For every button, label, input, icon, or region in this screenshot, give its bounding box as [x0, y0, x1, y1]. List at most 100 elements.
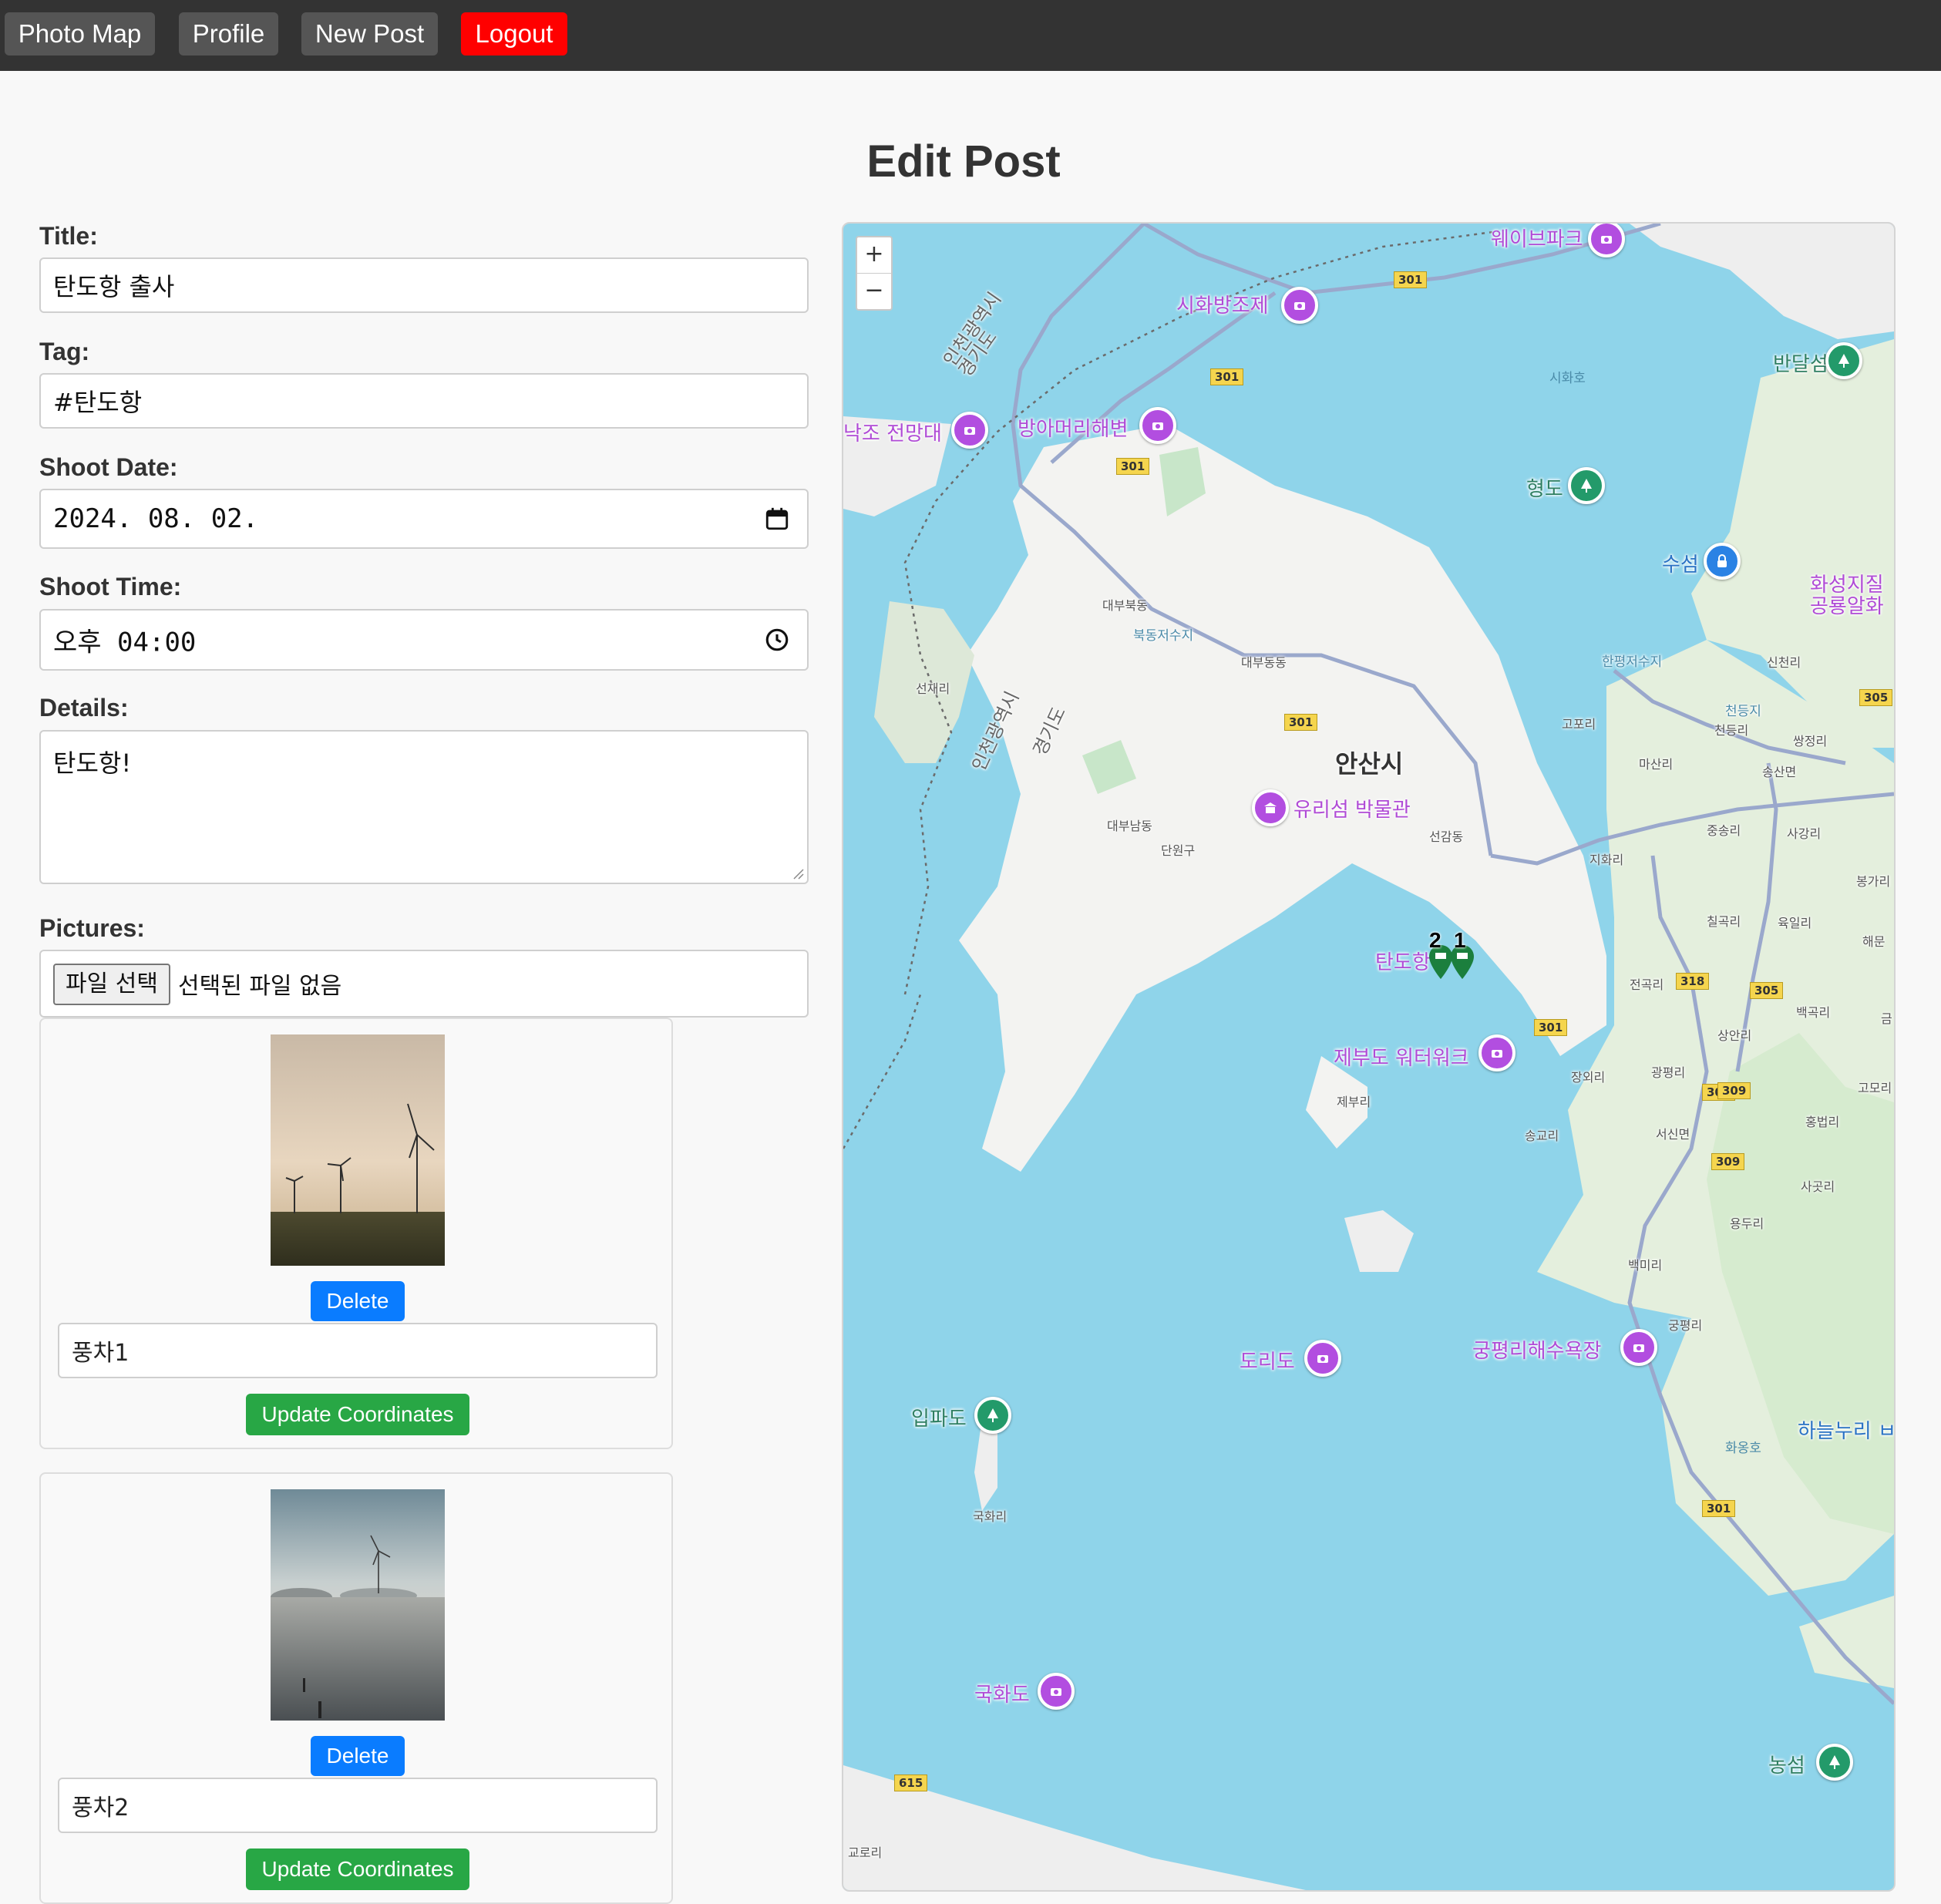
- poi-pin-icon[interactable]: [1038, 1673, 1075, 1710]
- road-shield: 309: [1711, 1153, 1745, 1170]
- poi-pin-icon[interactable]: [1588, 224, 1625, 257]
- title-input[interactable]: 탄도항 출사: [39, 257, 809, 313]
- delete-picture-button[interactable]: Delete: [311, 1281, 405, 1321]
- poi-pin-icon[interactable]: [1478, 1034, 1515, 1071]
- profile-button[interactable]: Profile: [179, 12, 278, 56]
- calendar-icon[interactable]: [764, 506, 790, 532]
- map-label-gukhwari: 국화리: [973, 1509, 1008, 1524]
- shoot-date-label: Shoot Date:: [39, 453, 178, 481]
- map-label-sihwaho: 시화호: [1549, 371, 1586, 386]
- map-label-baekgok: 백곡리: [1796, 1005, 1831, 1020]
- road-shield: 305: [1750, 982, 1784, 999]
- file-input[interactable]: 파일 선택 선택된 파일 없음: [39, 950, 809, 1018]
- map-label-sagang: 사강리: [1787, 826, 1822, 841]
- picture-name-input[interactable]: 풍차2: [58, 1778, 658, 1833]
- map-label-bukdong-res: 북동저수지: [1133, 628, 1194, 644]
- map-label-songsan: 송산면: [1762, 765, 1797, 779]
- shoot-time-label: Shoot Time:: [39, 573, 182, 600]
- map-label-ansan: 안산시: [1335, 749, 1404, 779]
- map-label-seonjae: 선재리: [916, 681, 950, 696]
- top-nav: Photo Map Profile New Post Logout: [0, 0, 1941, 71]
- details-label: Details:: [39, 694, 129, 722]
- logout-button[interactable]: Logout: [461, 12, 567, 56]
- zoom-control: + −: [856, 236, 893, 311]
- shoot-time-input[interactable]: 오후 04:00: [39, 609, 809, 671]
- map-label-hongbeop: 홍법리: [1805, 1115, 1840, 1129]
- photo-marker[interactable]: 1: [1448, 928, 1478, 979]
- poi-pin-icon[interactable]: [1620, 1329, 1657, 1366]
- map-label-nongseom: 농섬: [1768, 1754, 1805, 1778]
- map-label-gomo: 고모리: [1858, 1081, 1892, 1095]
- update-coordinates-button[interactable]: Update Coordinates: [246, 1848, 469, 1890]
- poi-pin-icon[interactable]: [1304, 1340, 1341, 1377]
- resize-handle-icon[interactable]: [792, 867, 804, 880]
- zoom-in-button[interactable]: +: [857, 237, 891, 273]
- road-shield: 305: [1859, 689, 1893, 706]
- road-shield: 301: [1702, 1500, 1736, 1517]
- map-label-sangan: 상안리: [1717, 1028, 1752, 1043]
- poi-pin-icon[interactable]: [951, 412, 988, 449]
- map-label-daebudong: 대부동동: [1241, 655, 1287, 670]
- file-status: 선택된 파일 없음: [178, 973, 342, 1000]
- picture-card: Delete 풍차2 Update Coordinates: [39, 1472, 673, 1904]
- details-textarea[interactable]: 탄도항!: [39, 730, 809, 884]
- choose-file-button[interactable]: 파일 선택: [53, 964, 170, 1005]
- tag-label: Tag:: [39, 338, 90, 365]
- map-label-ssangjeong: 쌍정리: [1793, 734, 1828, 748]
- museum-pin-icon[interactable]: [1252, 789, 1289, 826]
- poi-pin-icon[interactable]: [1281, 287, 1318, 324]
- picture-name-value: 풍차2: [72, 1795, 130, 1822]
- park-pin-icon[interactable]: [1816, 1744, 1853, 1781]
- road-shield: 301: [1394, 271, 1428, 288]
- map-label-gungpyeong-beach: 궁평리해수욕장: [1472, 1340, 1602, 1363]
- map-label-haemun: 해문: [1862, 934, 1885, 949]
- picture-name-input[interactable]: 풍차1: [58, 1323, 658, 1378]
- picture-thumbnail: [271, 1489, 445, 1721]
- picture-card: Delete 풍차1 Update Coordinates: [39, 1018, 673, 1449]
- map-label-nakjo: 낙조 전망대: [843, 422, 942, 446]
- map-view[interactable]: + − 웨이브파크 시화방조제 인천광역시 경기도 반달섬 시화호 낙조 전망대…: [842, 222, 1896, 1892]
- map-label-chilgok: 칠곡리: [1707, 914, 1741, 929]
- road-shield: 318: [1676, 973, 1710, 990]
- map-label-tando: 탄도항: [1375, 951, 1431, 974]
- map-label-hanpyeong: 한평저수지: [1602, 654, 1663, 670]
- park-pin-icon[interactable]: [1825, 342, 1862, 379]
- page-title: Edit Post: [866, 136, 1061, 187]
- shoot-date-value: 2024. 08. 02.: [53, 503, 259, 534]
- zoom-out-button[interactable]: −: [857, 273, 891, 309]
- map-label-hwaseong2: 공룡알화: [1810, 595, 1884, 618]
- map-label-jihwa: 지화리: [1589, 853, 1624, 867]
- shoot-date-input[interactable]: 2024. 08. 02.: [39, 489, 809, 549]
- map-label-masan: 마산리: [1639, 757, 1674, 772]
- park-pin-icon[interactable]: [974, 1397, 1011, 1434]
- map-label-sagot: 사곳리: [1801, 1179, 1835, 1194]
- photo-map-button[interactable]: Photo Map: [5, 12, 155, 56]
- map-label-cheondeung: 천등리: [1714, 723, 1749, 738]
- park-pin-icon[interactable]: [1568, 467, 1605, 504]
- map-label-wave-park: 웨이브파크: [1491, 228, 1583, 251]
- map-label-jebu: 제부리: [1337, 1095, 1371, 1109]
- lock-pin-icon[interactable]: [1704, 543, 1741, 580]
- poi-pin-icon[interactable]: [1139, 407, 1176, 444]
- map-label-dorido: 도리도: [1240, 1351, 1295, 1374]
- map-label-haneul: 하늘누리 ㅂ: [1798, 1420, 1896, 1443]
- map-label-geum: 금: [1881, 1011, 1892, 1026]
- map-label-daebubuk: 대부북동: [1102, 598, 1148, 613]
- map-label-bandal: 반달섬: [1773, 353, 1828, 376]
- map-label-suseom: 수섬: [1662, 553, 1699, 577]
- road-shield: 301: [1116, 458, 1150, 475]
- map-label-seosin: 서신면: [1656, 1127, 1690, 1142]
- road-shield: 301: [1284, 714, 1318, 731]
- map-label-baekmi: 백미리: [1628, 1258, 1663, 1273]
- road-shield: 301: [1210, 368, 1244, 385]
- delete-picture-button[interactable]: Delete: [311, 1736, 405, 1776]
- clock-icon[interactable]: [764, 627, 790, 653]
- new-post-button[interactable]: New Post: [301, 12, 438, 56]
- map-label-jeongok: 전곡리: [1630, 977, 1664, 992]
- map-label-yongdu: 용두리: [1730, 1216, 1764, 1231]
- tag-value: #탄도항: [53, 388, 143, 417]
- update-coordinates-button[interactable]: Update Coordinates: [246, 1394, 469, 1435]
- tag-input[interactable]: #탄도항: [39, 373, 809, 429]
- map-label-jebu-water: 제부도 워터워크: [1334, 1047, 1469, 1070]
- road-shield: 309: [1717, 1082, 1751, 1099]
